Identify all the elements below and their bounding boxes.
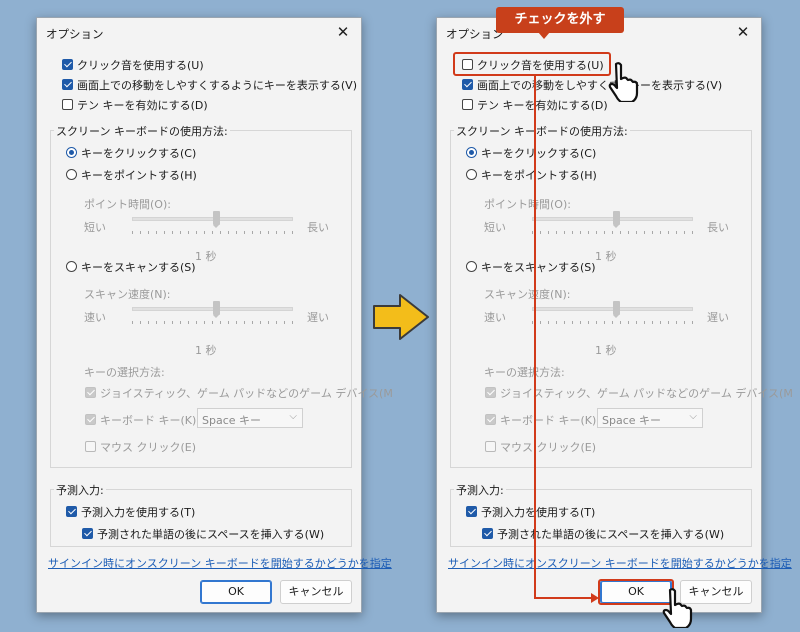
instruction-callout: チェックを外す <box>496 7 624 39</box>
radio-click-keys[interactable] <box>66 147 77 158</box>
key-select-dropdown[interactable]: Space キー ⌵ <box>597 408 703 428</box>
select-value: Space キー <box>602 414 662 427</box>
insert-space-checkbox[interactable] <box>482 528 493 539</box>
joystick-label: ジョイスティック、ゲーム パッドなどのゲーム デバイス(M <box>100 387 393 400</box>
usage-group-label: スクリーン キーボードの使用方法: <box>454 123 630 139</box>
key-select-label: キーの選択方法: <box>84 366 165 379</box>
pointer-hand-icon <box>662 588 693 628</box>
chevron-down-icon: ⌵ <box>289 411 297 422</box>
scan-speed-value: 1 秒 <box>595 344 617 357</box>
mouse-click-label: マウス クリック(E) <box>100 441 197 454</box>
joystick-checkbox[interactable] <box>485 387 496 398</box>
scan-speed-label: スキャン速度(N): <box>484 288 571 301</box>
radio-click-label: キーをクリックする(C) <box>81 147 197 160</box>
long-label: 長い <box>307 221 329 234</box>
close-icon[interactable]: ✕ <box>333 22 353 42</box>
fast-label: 速い <box>484 311 506 324</box>
point-time-thumb[interactable] <box>613 211 620 228</box>
keyboard-key-label: キーボード キー(K) <box>500 414 597 427</box>
numpad-label: テン キーを有効にする(D) <box>77 99 208 112</box>
numpad-label: テン キーを有効にする(D) <box>477 99 608 112</box>
joystick-checkbox[interactable] <box>85 387 96 398</box>
click-sound-label: クリック音を使用する(U) <box>77 59 204 72</box>
chevron-down-icon: ⌵ <box>689 411 697 422</box>
radio-scan-label: キーをスキャンする(S) <box>81 261 196 274</box>
show-keys-checkbox[interactable] <box>462 79 473 90</box>
scan-speed-label: スキャン速度(N): <box>84 288 171 301</box>
dialog-title: オプション <box>46 27 104 41</box>
keyboard-key-checkbox[interactable] <box>485 414 496 425</box>
numpad-checkbox[interactable] <box>62 99 73 110</box>
joystick-label: ジョイスティック、ゲーム パッドなどのゲーム デバイス(M <box>500 387 793 400</box>
cancel-button[interactable]: キャンセル <box>280 580 352 604</box>
use-predict-label: 予測入力を使用する(T) <box>81 506 196 519</box>
close-icon[interactable]: ✕ <box>733 22 753 42</box>
mouse-click-checkbox[interactable] <box>85 441 96 452</box>
use-predict-checkbox[interactable] <box>466 506 477 517</box>
keyboard-key-checkbox[interactable] <box>85 414 96 425</box>
show-keys-label: 画面上での移動をしやすくするようにキーを表示する(V) <box>77 79 357 92</box>
slider-ticks <box>532 321 693 324</box>
slow-label: 遅い <box>307 311 329 324</box>
slow-label: 遅い <box>707 311 729 324</box>
point-time-label: ポイント時間(O): <box>484 198 571 211</box>
click-sound-checkbox[interactable] <box>62 59 73 70</box>
point-time-thumb[interactable] <box>213 211 220 228</box>
point-time-label: ポイント時間(O): <box>84 198 171 211</box>
short-label: 短い <box>484 221 506 234</box>
key-select-dropdown[interactable]: Space キー ⌵ <box>197 408 303 428</box>
mouse-click-label: マウス クリック(E) <box>500 441 597 454</box>
slider-ticks <box>532 231 693 234</box>
click-sound-highlight <box>453 52 611 76</box>
insert-space-label: 予測された単語の後にスペースを挿入する(W) <box>497 528 725 541</box>
insert-space-checkbox[interactable] <box>82 528 93 539</box>
long-label: 長い <box>707 221 729 234</box>
short-label: 短い <box>84 221 106 234</box>
use-predict-checkbox[interactable] <box>66 506 77 517</box>
connector-line-vertical <box>534 76 536 598</box>
insert-space-label: 予測された単語の後にスペースを挿入する(W) <box>97 528 325 541</box>
scan-speed-thumb[interactable] <box>213 301 220 318</box>
mouse-click-checkbox[interactable] <box>485 441 496 452</box>
slider-ticks <box>132 321 293 324</box>
signin-link[interactable]: サインイン時にオンスクリーン キーボードを開始するかどうかを指定 <box>48 555 392 571</box>
connector-arrow-icon <box>591 593 599 603</box>
scan-speed-thumb[interactable] <box>613 301 620 318</box>
show-keys-label: 画面上での移動をしやすくす <box>477 79 620 92</box>
point-time-value: 1 秒 <box>595 250 617 263</box>
radio-scan-label: キーをスキャンする(S) <box>481 261 596 274</box>
connector-line-horizontal <box>534 597 592 599</box>
options-dialog-before: オプション ✕ クリック音を使用する(U) 画面上での移動をしやすくするようにキ… <box>36 17 393 613</box>
predict-group-label: 予測入力: <box>454 482 506 498</box>
point-time-value: 1 秒 <box>195 250 217 263</box>
key-select-label: キーの選択方法: <box>484 366 565 379</box>
radio-point-label: キーをポイントする(H) <box>81 169 197 182</box>
radio-click-keys[interactable] <box>466 147 477 158</box>
pointer-hand-icon <box>608 62 639 102</box>
radio-scan-keys[interactable] <box>66 261 77 272</box>
select-value: Space キー <box>202 414 262 427</box>
slider-ticks <box>132 231 293 234</box>
predict-group-label: 予測入力: <box>54 482 106 498</box>
radio-point-keys[interactable] <box>466 169 477 180</box>
arrow-right-icon <box>373 294 429 340</box>
options-dialog-after: オプション ✕ クリック音を使用する(U) 画面上での移動をしやすくす キーを表… <box>436 17 793 613</box>
radio-point-keys[interactable] <box>66 169 77 180</box>
radio-click-label: キーをクリックする(C) <box>481 147 597 160</box>
usage-group-label: スクリーン キーボードの使用方法: <box>54 123 230 139</box>
keyboard-key-label: キーボード キー(K) <box>100 414 197 427</box>
radio-scan-keys[interactable] <box>466 261 477 272</box>
radio-point-label: キーをポイントする(H) <box>481 169 597 182</box>
show-keys-checkbox[interactable] <box>62 79 73 90</box>
ok-button[interactable]: OK <box>200 580 272 604</box>
titlebar: オプション ✕ <box>37 18 361 48</box>
numpad-checkbox[interactable] <box>462 99 473 110</box>
signin-link[interactable]: サインイン時にオンスクリーン キーボードを開始するかどうかを指定 <box>448 555 792 571</box>
fast-label: 速い <box>84 311 106 324</box>
scan-speed-value: 1 秒 <box>195 344 217 357</box>
use-predict-label: 予測入力を使用する(T) <box>481 506 596 519</box>
dialog-title: オプション <box>446 27 504 41</box>
